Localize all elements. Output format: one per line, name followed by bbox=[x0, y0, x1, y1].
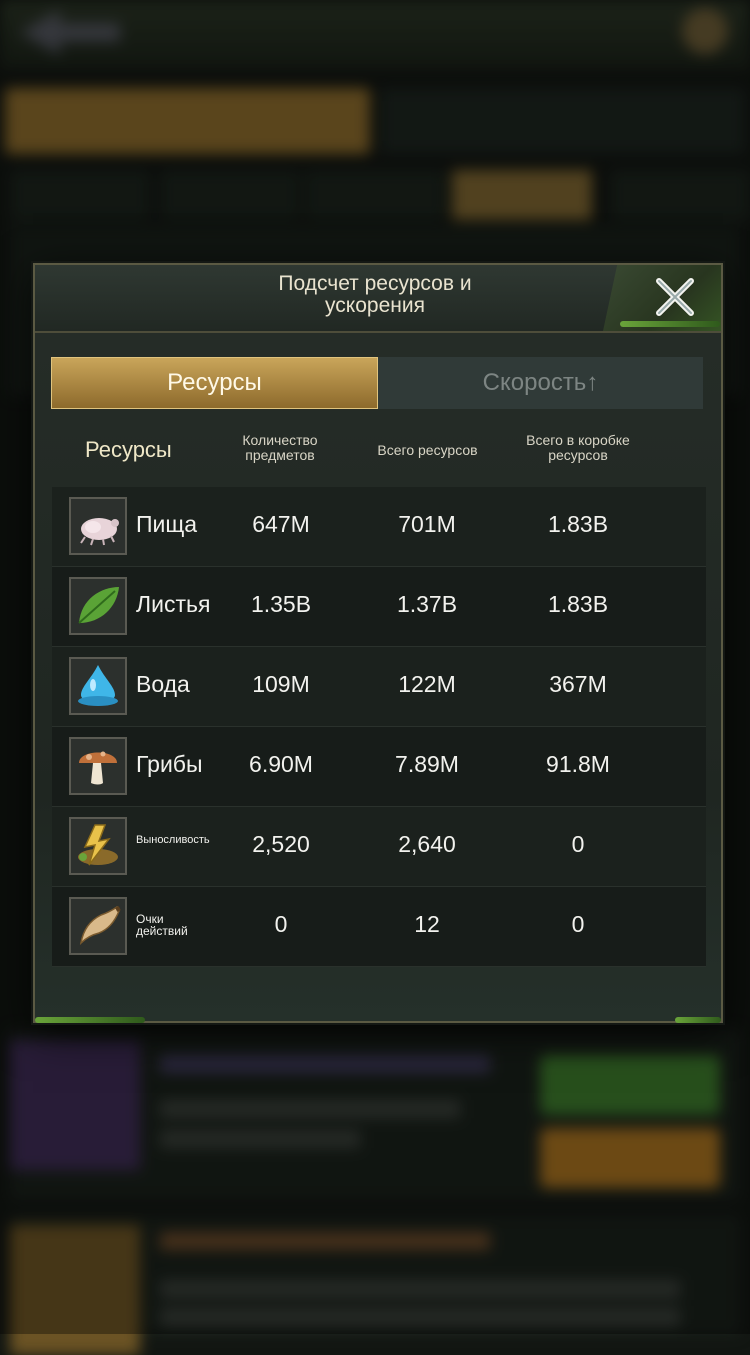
water-drop-icon bbox=[69, 657, 127, 715]
resource-name: Выносливость bbox=[136, 834, 210, 846]
table-row-action-points: Очки действий 0 12 0 bbox=[52, 887, 706, 967]
close-icon bbox=[656, 278, 694, 316]
table-row-stamina: Выносливость 2,520 2,640 0 bbox=[52, 807, 706, 887]
total-resources: 7.89M bbox=[395, 751, 459, 777]
mushroom-icon bbox=[69, 737, 127, 795]
tab-speedups[interactable]: Скорость↑ bbox=[378, 357, 703, 409]
vine-decoration bbox=[35, 1017, 145, 1023]
resource-table: Пища 647M 701M 1.83B Листья 1.35B 1.37B … bbox=[52, 487, 706, 967]
total-resources: 1.37B bbox=[396, 591, 458, 617]
horn-icon bbox=[69, 897, 127, 955]
close-button[interactable] bbox=[651, 273, 699, 321]
leaf-icon bbox=[69, 577, 127, 635]
table-row-water: Вода 109M 122M 367M bbox=[52, 647, 706, 727]
vine-decoration bbox=[620, 321, 720, 327]
box-resources: 1.83B bbox=[547, 591, 609, 617]
box-resources: 0 bbox=[571, 831, 585, 857]
resource-name-line2: действий bbox=[136, 924, 188, 938]
header-box-line1: Всего в коробке bbox=[526, 432, 630, 448]
food-icon bbox=[69, 497, 127, 555]
header-box-resources: Всего в коробке ресурсов bbox=[503, 433, 653, 463]
resource-name: Листья bbox=[136, 591, 211, 617]
modal-header: Подсчет ресурсов и ускорения bbox=[35, 265, 721, 333]
total-resources: 2,640 bbox=[398, 831, 456, 857]
resource-name: Грибы bbox=[136, 751, 203, 777]
table-row-leaves: Листья 1.35B 1.37B 1.83B bbox=[52, 567, 706, 647]
box-resources: 0 bbox=[571, 911, 585, 937]
item-count: 1.35B bbox=[250, 591, 312, 617]
header-resources: Ресурсы bbox=[85, 437, 172, 462]
tab-resources[interactable]: Ресурсы bbox=[51, 357, 378, 409]
total-resources: 12 bbox=[414, 911, 440, 937]
modal-title-line1: Подсчет ресурсов и bbox=[278, 272, 472, 295]
modal-title-line2: ускорения bbox=[325, 294, 425, 317]
item-count: 0 bbox=[274, 911, 288, 937]
item-count: 647M bbox=[252, 511, 310, 537]
header-item-count: Количество предметов bbox=[220, 433, 340, 463]
header-item-count-line2: предметов bbox=[245, 447, 315, 463]
item-count: 2,520 bbox=[252, 831, 310, 857]
total-resources: 701M bbox=[398, 511, 456, 537]
stamina-icon bbox=[69, 817, 127, 875]
box-resources: 91.8M bbox=[546, 751, 610, 777]
modal-tabs: Ресурсы Скорость↑ bbox=[51, 357, 703, 409]
resource-name: Вода bbox=[136, 671, 190, 697]
header-box-line2: ресурсов bbox=[548, 447, 608, 463]
total-resources: 122M bbox=[398, 671, 456, 697]
header-total-resources: Всего ресурсов bbox=[377, 442, 478, 458]
table-row-mushrooms: Грибы 6.90M 7.89M 91.8M bbox=[52, 727, 706, 807]
vine-decoration bbox=[675, 1017, 721, 1023]
resource-name: Пища bbox=[136, 511, 198, 537]
modal-title: Подсчет ресурсов и ускорения bbox=[175, 273, 575, 317]
resource-name: Очки действий bbox=[136, 913, 216, 937]
box-resources: 1.83B bbox=[547, 511, 609, 537]
box-resources: 367M bbox=[549, 671, 607, 697]
item-count: 6.90M bbox=[249, 751, 313, 777]
item-count: 109M bbox=[252, 671, 310, 697]
header-item-count-line1: Количество bbox=[242, 432, 318, 448]
table-row-food: Пища 647M 701M 1.83B bbox=[52, 487, 706, 567]
resource-count-modal: Подсчет ресурсов и ускорения Ресурсы Ско… bbox=[33, 263, 723, 1023]
